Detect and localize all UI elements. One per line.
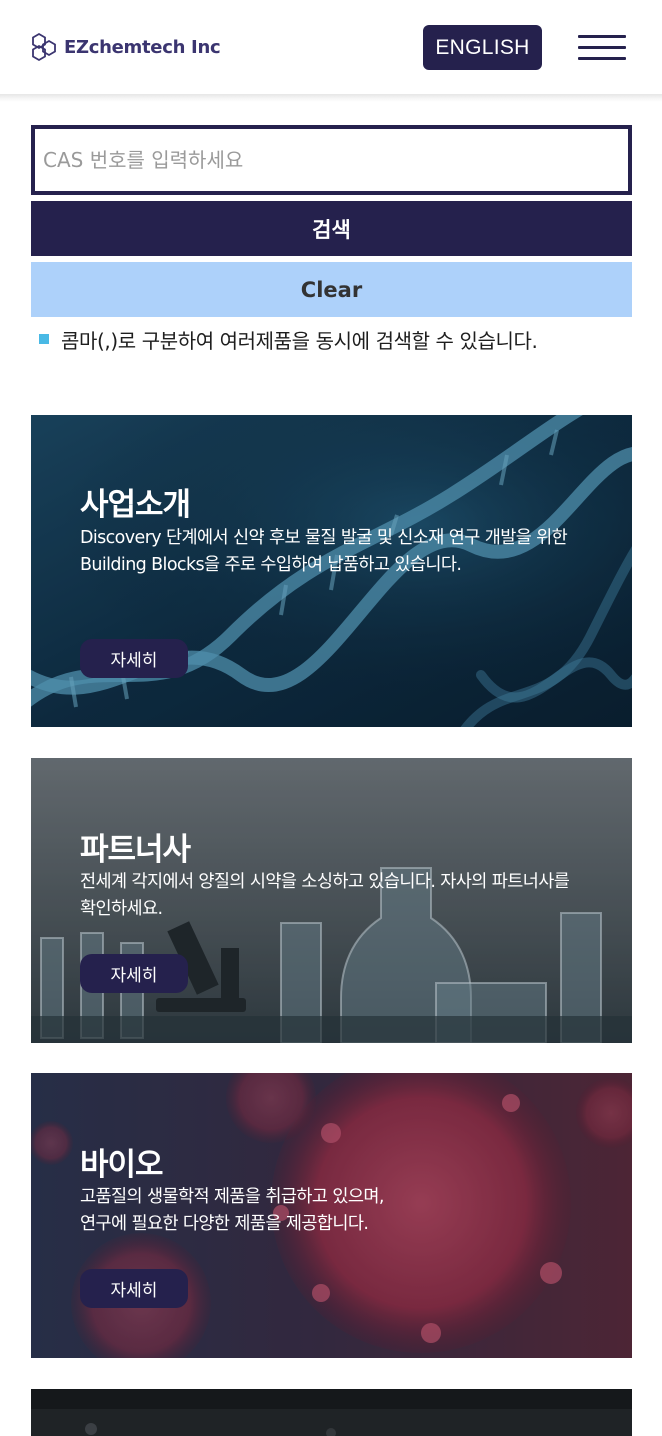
card-description: 전세계 각지에서 양질의 시약을 소싱하고 있습니다. 자사의 파트너사를 확인… xyxy=(80,872,570,919)
square-bullet-icon xyxy=(39,334,49,344)
logo[interactable]: EZchemtech Inc xyxy=(30,30,221,64)
site-header: EZchemtech Inc ENGLISH xyxy=(0,0,662,96)
card-title: 사업소개 xyxy=(80,487,191,523)
card-partners[interactable]: 파트너사 전세계 각지에서 양질의 시약을 소싱하고 있습니다. 자사의 파트너… xyxy=(31,758,632,1043)
card-description-line: 고품질의 생물학적 제품을 취급하고 있으며, xyxy=(80,1187,384,1207)
card-business-intro[interactable]: 사업소개 Discovery 단계에서 신약 후보 물질 발굴 및 신소재 연구… xyxy=(31,415,632,727)
header-divider xyxy=(0,94,662,102)
search-hint: 콤마(,)로 구분하여 여러제품을 동시에 검색할 수 있습니다. xyxy=(39,324,538,354)
english-language-button[interactable]: ENGLISH xyxy=(423,25,542,70)
card-description: Discovery 단계에서 신약 후보 물질 발굴 및 신소재 연구 개발을 … xyxy=(80,528,568,575)
details-button[interactable]: 자세히 xyxy=(80,639,188,678)
clear-button[interactable]: Clear xyxy=(31,262,632,317)
card-title: 바이오 xyxy=(80,1147,164,1183)
card-bio[interactable]: 바이오 고품질의 생물학적 제품을 취급하고 있으며, 연구에 필요한 다양한 … xyxy=(31,1073,632,1358)
card-title: 파트너사 xyxy=(80,832,191,868)
search-button[interactable]: 검색 xyxy=(31,201,632,256)
search-box xyxy=(31,125,632,195)
hamburger-menu-icon[interactable] xyxy=(578,35,626,61)
card-description-line: 연구에 필요한 다양한 제품을 제공합니다. xyxy=(80,1213,369,1234)
card-description: 고품질의 생물학적 제품을 취급하고 있으며, 연구에 필요한 다양한 제품을 … xyxy=(80,1184,570,1237)
hexagon-molecule-icon xyxy=(32,32,56,62)
card-next[interactable] xyxy=(31,1389,632,1436)
search-hint-text: 콤마(,)로 구분하여 여러제품을 동시에 검색할 수 있습니다. xyxy=(61,328,538,353)
details-button[interactable]: 자세히 xyxy=(80,1269,188,1308)
cas-search-input[interactable] xyxy=(43,133,613,187)
logo-text: EZchemtech Inc xyxy=(64,36,221,58)
details-button[interactable]: 자세히 xyxy=(80,954,188,993)
card-image xyxy=(31,1389,632,1436)
